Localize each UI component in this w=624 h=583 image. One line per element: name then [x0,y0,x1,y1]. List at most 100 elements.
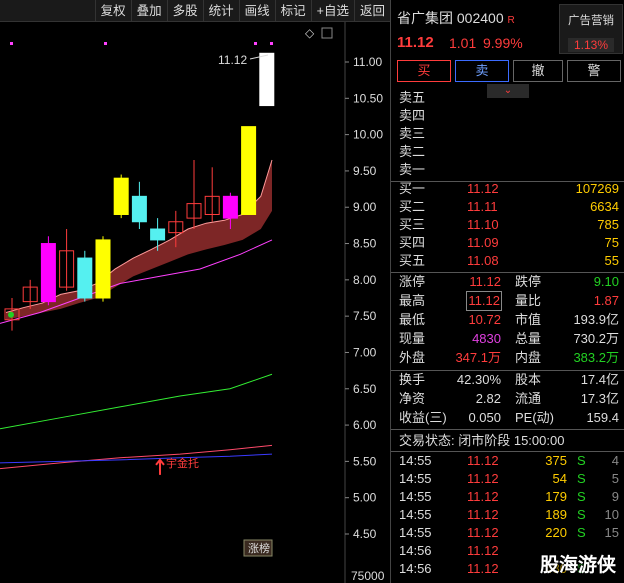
stat-label: PE(动) [515,410,555,425]
cancel-order-button[interactable]: 撤 [513,60,563,82]
toolbar-statistics[interactable]: 统计 [202,0,239,22]
toolbar-mark[interactable]: 标记 [274,0,311,22]
price-tick-label: 5.50 [353,454,377,468]
sector-box[interactable]: 广告营销 1.13% [559,4,623,54]
bid-row[interactable]: 买一 11.12 107269 [391,180,624,198]
price-tick-label: 6.00 [353,418,377,432]
toolbar-multi-stock[interactable]: 多股 [166,0,203,22]
buy-button[interactable]: 买 [397,60,451,82]
toolbar-restore-rights[interactable]: 复权 [94,0,131,22]
tick-side: S [577,453,586,468]
ma250-line [0,453,273,464]
scroll-box-icon [321,27,333,39]
stat-label: 涨停 [399,274,426,289]
stats-row: 换手 42.30% 股本 17.4亿 [391,371,624,389]
support-annotation: 宇金托 [166,456,199,470]
bid-volume: 785 [597,217,619,232]
price-tick-label: 11.00 [353,55,382,69]
stat-label: 净资 [399,391,426,406]
tick-row: 14:55 11.12 189 S 10 [391,506,624,524]
stats-row: 涨停 11.12 跌停 9.10 [391,273,624,291]
bid-volume: 75 [604,235,619,250]
ma60-line [0,373,273,430]
tick-side: S [577,525,586,540]
stat-value: 11.12 [466,291,502,311]
tick-side: S [577,471,586,486]
price-tick-label: 8.50 [353,237,377,251]
ask-row[interactable]: 卖四 [391,107,624,125]
bid-row[interactable]: 买二 11.11 6634 [391,198,624,216]
top-marker [104,42,107,45]
kline-svg: 11.00 10.50 10.00 9.50 9.00 8.50 8.00 7.50 7.00 6… [0,22,385,583]
stats-row: 最低 10.72 市值 193.9亿 [391,311,624,329]
stat-value: 0.050 [468,410,501,425]
tick-time: 14:55 [399,507,432,522]
tick-volume: 220 [545,525,567,540]
tick-count: 9 [611,489,619,504]
stat-label: 换手 [399,372,426,387]
price-change-pct: 9.99% [483,35,523,51]
tick-price: 11.12 [467,453,499,468]
bid-row[interactable]: 买五 11.08 55 [391,252,624,270]
kline-chart[interactable]: 11.00 10.50 10.00 9.50 9.00 8.50 8.00 7.50 7.00 6… [0,22,390,583]
toolbar-draw-line[interactable]: 画线 [238,0,275,22]
toolbar-overlay[interactable]: 叠加 [130,0,167,22]
chart-toolbar: 复权 叠加 多股 统计 画线 标记 +自选 返回 [0,0,390,22]
tick-count: 15 [604,525,619,540]
top-marker [254,42,257,45]
tick-time: 14:55 [399,471,432,486]
bid-label: 买一 [399,181,426,196]
price-tick-label: 8.00 [353,273,377,287]
alert-button[interactable]: 警 [567,60,621,82]
tick-time: 14:56 [399,561,432,576]
stat-label: 市值 [515,312,542,327]
stock-code: 002400 [456,10,504,26]
candle-body [150,228,166,241]
toolbar-back[interactable]: 返回 [353,0,390,22]
diamond-icon: ◇ [305,26,315,40]
watermark: 股海游侠 [539,555,616,576]
stat-value: 193.9亿 [573,312,619,327]
tick-volume: 179 [545,489,567,504]
ask-label: 卖一 [399,162,426,177]
volume-axis-label: 75000 [351,569,385,583]
tick-volume: 375 [545,453,567,468]
price-tick-label: 5.00 [353,491,377,505]
price-tick-label: 9.50 [353,164,377,178]
stat-value: 730.2万 [573,331,619,346]
bid-price: 11.11 [467,199,498,214]
current-price: 11.12 [397,34,434,51]
stat-label: 股本 [515,372,542,387]
stat-value: 2.82 [475,391,501,406]
bid-row[interactable]: 买三 11.10 785 [391,216,624,234]
bid-row[interactable]: 买四 11.09 75 [391,234,624,252]
ask-row[interactable]: 卖三 [391,125,624,143]
ask-row[interactable]: 卖五 [391,89,624,107]
stat-label: 收益(三) [399,410,447,425]
up-arrow-icon [155,458,165,475]
stat-value: 17.3亿 [580,391,619,406]
stat-label: 跌停 [515,274,542,289]
candle-body [95,239,111,299]
tick-price: 11.12 [467,507,499,522]
stat-value: 347.1万 [455,350,501,365]
candle-body [77,257,93,299]
sell-button[interactable]: 卖 [455,60,509,82]
tick-time: 14:55 [399,525,432,540]
bid-price: 11.12 [467,181,499,196]
tick-row: 14:55 11.12 375 S 4 [391,452,624,470]
bid-volume: 107269 [575,181,619,196]
candle-body [222,195,238,219]
tick-row: 14:55 11.12 220 S 15 [391,524,624,542]
stat-value: 159.4 [586,410,619,425]
candle-body [113,177,129,215]
bid-label: 买三 [399,217,426,232]
tick-price: 11.12 [467,525,499,540]
tick-price: 11.12 [467,543,499,558]
price-tick-label: 6.50 [353,382,377,396]
top-marker [10,42,13,45]
ask-row[interactable]: 卖二 [391,143,624,161]
bid-label: 买二 [399,199,426,214]
toolbar-add-watchlist[interactable]: +自选 [310,0,354,22]
ask-row[interactable]: 卖一 [391,161,624,179]
